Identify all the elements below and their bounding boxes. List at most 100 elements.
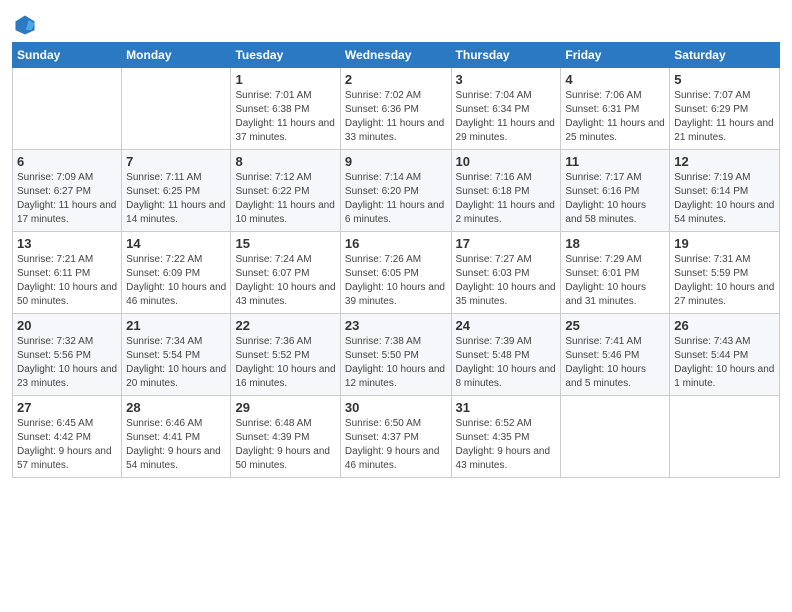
table-row: 7 Sunrise: 7:11 AM Sunset: 6:25 PM Daylig… [122,150,231,232]
day-detail: Sunrise: 6:52 AM Sunset: 4:35 PM Dayligh… [456,417,557,473]
day-number: 20 [17,318,117,333]
col-saturday: Saturday [670,43,780,68]
day-number: 12 [674,154,775,169]
day-detail: Sunrise: 7:11 AM Sunset: 6:25 PM Dayligh… [126,171,226,227]
day-number: 25 [565,318,665,333]
page: Sunday Monday Tuesday Wednesday Thursday… [0,0,792,612]
header [12,10,780,36]
day-detail: Sunrise: 7:16 AM Sunset: 6:18 PM Dayligh… [456,171,557,227]
calendar-week-row: 1 Sunrise: 7:01 AM Sunset: 6:38 PM Daylig… [13,68,780,150]
table-row: 17 Sunrise: 7:27 AM Sunset: 6:03 PM Dayli… [451,232,561,314]
day-number: 3 [456,72,557,87]
table-row: 25 Sunrise: 7:41 AM Sunset: 5:46 PM Dayli… [561,314,670,396]
col-thursday: Thursday [451,43,561,68]
day-detail: Sunrise: 6:46 AM Sunset: 4:41 PM Dayligh… [126,417,226,473]
logo [12,14,36,36]
day-number: 31 [456,400,557,415]
day-number: 23 [345,318,447,333]
table-row [122,68,231,150]
table-row: 6 Sunrise: 7:09 AM Sunset: 6:27 PM Daylig… [13,150,122,232]
day-detail: Sunrise: 7:41 AM Sunset: 5:46 PM Dayligh… [565,335,665,391]
day-detail: Sunrise: 7:09 AM Sunset: 6:27 PM Dayligh… [17,171,117,227]
day-detail: Sunrise: 7:02 AM Sunset: 6:36 PM Dayligh… [345,89,447,145]
table-row: 10Sunrise: 7:16 AM Sunset: 6:18 PM Dayli… [451,150,561,232]
day-number: 15 [235,236,335,251]
table-row: 15 Sunrise: 7:24 AM Sunset: 6:07 PM Dayli… [231,232,340,314]
day-detail: Sunrise: 7:24 AM Sunset: 6:07 PM Dayligh… [235,253,335,309]
day-number: 26 [674,318,775,333]
day-detail: Sunrise: 7:34 AM Sunset: 5:54 PM Dayligh… [126,335,226,391]
calendar-table: Sunday Monday Tuesday Wednesday Thursday… [12,42,780,478]
day-number: 16 [345,236,447,251]
day-detail: Sunrise: 7:21 AM Sunset: 6:11 PM Dayligh… [17,253,117,309]
day-number: 28 [126,400,226,415]
table-row: 5 Sunrise: 7:07 AM Sunset: 6:29 PM Daylig… [670,68,780,150]
table-row [670,396,780,478]
day-number: 22 [235,318,335,333]
table-row: 24 Sunrise: 7:39 AM Sunset: 5:48 PM Dayli… [451,314,561,396]
day-detail: Sunrise: 7:12 AM Sunset: 6:22 PM Dayligh… [235,171,335,227]
day-detail: Sunrise: 7:22 AM Sunset: 6:09 PM Dayligh… [126,253,226,309]
table-row: 8 Sunrise: 7:12 AM Sunset: 6:22 PM Daylig… [231,150,340,232]
day-number: 24 [456,318,557,333]
table-row: 4 Sunrise: 7:06 AM Sunset: 6:31 PM Daylig… [561,68,670,150]
calendar-header-row: Sunday Monday Tuesday Wednesday Thursday… [13,43,780,68]
table-row: 21 Sunrise: 7:34 AM Sunset: 5:54 PM Dayli… [122,314,231,396]
day-number: 21 [126,318,226,333]
day-number: 18 [565,236,665,251]
day-number: 27 [17,400,117,415]
col-sunday: Sunday [13,43,122,68]
day-detail: Sunrise: 7:29 AM Sunset: 6:01 PM Dayligh… [565,253,665,309]
day-number: 2 [345,72,447,87]
day-number: 17 [456,236,557,251]
table-row [561,396,670,478]
day-detail: Sunrise: 7:07 AM Sunset: 6:29 PM Dayligh… [674,89,775,145]
table-row: 30Sunrise: 6:50 AM Sunset: 4:37 PM Dayli… [340,396,451,478]
table-row [13,68,122,150]
day-number: 1 [235,72,335,87]
day-detail: Sunrise: 7:36 AM Sunset: 5:52 PM Dayligh… [235,335,335,391]
day-number: 6 [17,154,117,169]
day-number: 11 [565,154,665,169]
table-row: 3 Sunrise: 7:04 AM Sunset: 6:34 PM Daylig… [451,68,561,150]
table-row: 27Sunrise: 6:45 AM Sunset: 4:42 PM Dayli… [13,396,122,478]
day-detail: Sunrise: 7:01 AM Sunset: 6:38 PM Dayligh… [235,89,335,145]
table-row: 1 Sunrise: 7:01 AM Sunset: 6:38 PM Daylig… [231,68,340,150]
day-detail: Sunrise: 7:39 AM Sunset: 5:48 PM Dayligh… [456,335,557,391]
day-detail: Sunrise: 7:17 AM Sunset: 6:16 PM Dayligh… [565,171,665,227]
day-number: 7 [126,154,226,169]
day-detail: Sunrise: 7:19 AM Sunset: 6:14 PM Dayligh… [674,171,775,227]
day-detail: Sunrise: 7:26 AM Sunset: 6:05 PM Dayligh… [345,253,447,309]
day-detail: Sunrise: 7:38 AM Sunset: 5:50 PM Dayligh… [345,335,447,391]
table-row: 2 Sunrise: 7:02 AM Sunset: 6:36 PM Daylig… [340,68,451,150]
day-detail: Sunrise: 7:32 AM Sunset: 5:56 PM Dayligh… [17,335,117,391]
col-friday: Friday [561,43,670,68]
table-row: 23 Sunrise: 7:38 AM Sunset: 5:50 PM Dayli… [340,314,451,396]
day-number: 14 [126,236,226,251]
day-number: 4 [565,72,665,87]
col-tuesday: Tuesday [231,43,340,68]
table-row: 18 Sunrise: 7:29 AM Sunset: 6:01 PM Dayli… [561,232,670,314]
logo-icon [14,14,36,36]
day-number: 5 [674,72,775,87]
table-row: 22 Sunrise: 7:36 AM Sunset: 5:52 PM Dayli… [231,314,340,396]
table-row: 20 Sunrise: 7:32 AM Sunset: 5:56 PM Dayli… [13,314,122,396]
calendar-week-row: 13 Sunrise: 7:21 AM Sunset: 6:11 PM Dayli… [13,232,780,314]
day-detail: Sunrise: 6:48 AM Sunset: 4:39 PM Dayligh… [235,417,335,473]
col-monday: Monday [122,43,231,68]
day-detail: Sunrise: 7:04 AM Sunset: 6:34 PM Dayligh… [456,89,557,145]
table-row: 31 Sunrise: 6:52 AM Sunset: 4:35 PM Dayli… [451,396,561,478]
day-number: 13 [17,236,117,251]
table-row: 14 Sunrise: 7:22 AM Sunset: 6:09 PM Dayli… [122,232,231,314]
table-row: 16 Sunrise: 7:26 AM Sunset: 6:05 PM Dayli… [340,232,451,314]
day-detail: Sunrise: 7:06 AM Sunset: 6:31 PM Dayligh… [565,89,665,145]
calendar-week-row: 27Sunrise: 6:45 AM Sunset: 4:42 PM Dayli… [13,396,780,478]
day-number: 8 [235,154,335,169]
table-row: 13 Sunrise: 7:21 AM Sunset: 6:11 PM Dayli… [13,232,122,314]
day-detail: Sunrise: 7:43 AM Sunset: 5:44 PM Dayligh… [674,335,775,391]
table-row: 9Sunrise: 7:14 AM Sunset: 6:20 PM Daylig… [340,150,451,232]
table-row: 26 Sunrise: 7:43 AM Sunset: 5:44 PM Dayli… [670,314,780,396]
day-detail: Sunrise: 7:27 AM Sunset: 6:03 PM Dayligh… [456,253,557,309]
col-wednesday: Wednesday [340,43,451,68]
table-row: 19Sunrise: 7:31 AM Sunset: 5:59 PM Dayli… [670,232,780,314]
